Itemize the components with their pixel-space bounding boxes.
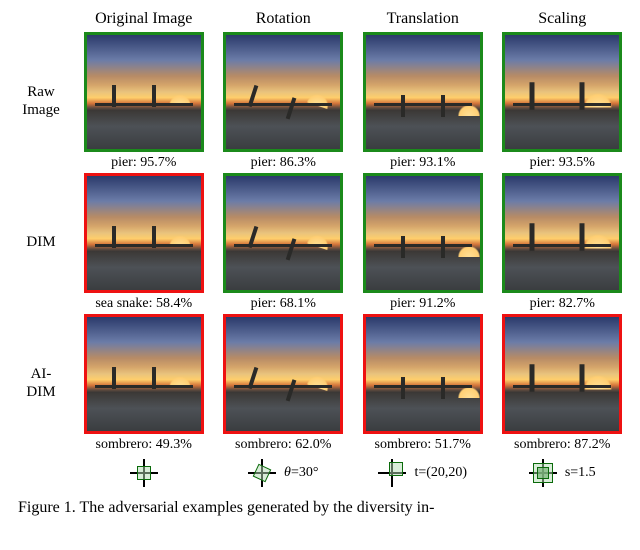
col-head-translation: Translation [357, 10, 489, 30]
thumb-image [502, 173, 622, 293]
col-head-scaling: Scaling [497, 10, 629, 30]
pred-caption: sombrero: 87.2% [514, 437, 610, 453]
cell-raw-original: pier: 95.7% [78, 32, 210, 171]
pred-caption: sombrero: 49.3% [96, 437, 192, 453]
row-label-raw: Raw Image [12, 84, 70, 119]
row-label-aidim: AI- DIM [12, 366, 70, 401]
pred-caption: pier: 95.7% [111, 155, 176, 171]
pred-caption: sea snake: 58.4% [95, 296, 192, 312]
pred-caption: pier: 68.1% [251, 296, 316, 312]
thumb-image [84, 173, 204, 293]
pred-caption: pier: 93.1% [390, 155, 455, 171]
param-text: θ=θ=30°30° [284, 465, 318, 481]
thumb-image [223, 32, 343, 152]
rotation-icon [248, 459, 276, 487]
thumb-image [223, 173, 343, 293]
param-text: t=(20,20) [414, 465, 467, 481]
col-head-rotation: Rotation [218, 10, 350, 30]
figure-caption: Figure 1. The adversarial examples gener… [18, 499, 622, 517]
thumb-image [502, 314, 622, 434]
row-label-dim: DIM [12, 234, 70, 251]
pred-caption: sombrero: 51.7% [375, 437, 471, 453]
scaling-icon [529, 459, 557, 487]
col-head-original: Original Image [78, 10, 210, 30]
param-rotation: θ=θ=30°30° [218, 459, 350, 487]
pred-caption: pier: 91.2% [390, 296, 455, 312]
thumb-image [363, 32, 483, 152]
cell-dim-scaling: pier: 82.7% [497, 173, 629, 312]
pred-caption: sombrero: 62.0% [235, 437, 331, 453]
cell-aidim-translation: sombrero: 51.7% [357, 314, 489, 453]
figure-1: Original Image Rotation Translation Scal… [0, 0, 640, 517]
pred-caption: pier: 86.3% [251, 155, 316, 171]
cell-aidim-original: sombrero: 49.3% [78, 314, 210, 453]
translation-icon [378, 459, 406, 487]
thumb-image [84, 314, 204, 434]
thumb-image [223, 314, 343, 434]
cell-aidim-scaling: sombrero: 87.2% [497, 314, 629, 453]
thumb-image [363, 173, 483, 293]
param-scaling: s=1.5 [497, 459, 629, 487]
thumb-image [84, 32, 204, 152]
cell-dim-rotation: pier: 68.1% [218, 173, 350, 312]
pred-caption: pier: 93.5% [530, 155, 595, 171]
thumb-image [502, 32, 622, 152]
thumb-image [363, 314, 483, 434]
cell-aidim-rotation: sombrero: 62.0% [218, 314, 350, 453]
param-text: s=1.5 [565, 465, 596, 481]
cell-raw-translation: pier: 93.1% [357, 32, 489, 171]
cell-dim-translation: pier: 91.2% [357, 173, 489, 312]
param-row: θ=θ=30°30° t=(20,20) s=1.5 [12, 459, 628, 487]
pred-caption: pier: 82.7% [530, 296, 595, 312]
image-grid: Original Image Rotation Translation Scal… [12, 10, 628, 453]
param-original [78, 459, 210, 487]
param-translation: t=(20,20) [357, 459, 489, 487]
cell-raw-scaling: pier: 93.5% [497, 32, 629, 171]
cell-dim-original: sea snake: 58.4% [78, 173, 210, 312]
identity-icon [130, 459, 158, 487]
cell-raw-rotation: pier: 86.3% [218, 32, 350, 171]
